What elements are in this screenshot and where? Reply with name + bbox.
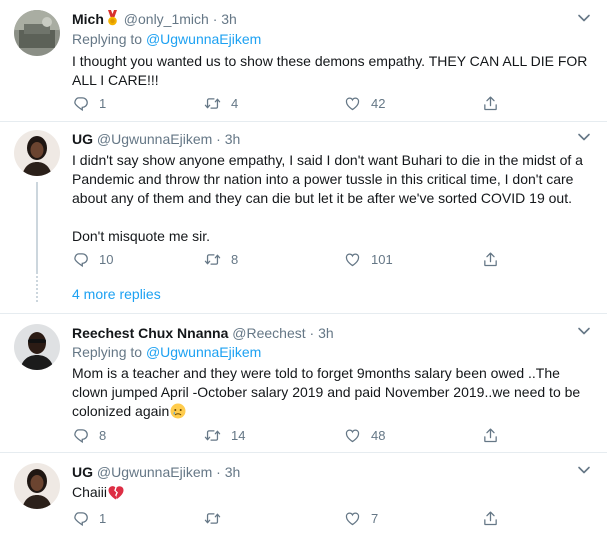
tweet-text: I thought you wanted us to show these de… [72, 52, 592, 90]
thread-dots [36, 276, 38, 302]
tweet-text-paragraph: I didn't say show anyone empathy, I said… [72, 152, 583, 206]
reply-count: 8 [99, 427, 107, 443]
author-handle[interactable]: @Reechest [232, 325, 305, 341]
medal-icon [107, 10, 118, 30]
reply-count: 10 [99, 251, 114, 267]
reply-icon [72, 427, 89, 444]
replying-to: Replying to @UgwunnaEjikem [72, 343, 261, 361]
tweet-actions: 8 14 48 [72, 426, 492, 444]
retweet-button[interactable]: 4 [204, 94, 238, 112]
like-count: 48 [371, 427, 386, 443]
share-button[interactable] [482, 426, 499, 444]
reply-button[interactable]: 1 [72, 94, 106, 112]
tweet-time[interactable]: 3h [318, 325, 334, 341]
caret-down-icon[interactable] [577, 132, 591, 142]
tweet-time[interactable]: 3h [221, 11, 237, 27]
avatar[interactable] [14, 130, 60, 176]
retweet-button[interactable] [204, 509, 231, 527]
reply-icon [72, 251, 89, 268]
retweet-icon [204, 427, 221, 444]
more-replies-link[interactable]: 4 more replies [72, 286, 161, 302]
caret-down-icon[interactable] [577, 326, 591, 336]
share-icon [482, 95, 499, 112]
share-icon [482, 510, 499, 527]
separator-dot: · [212, 11, 218, 27]
replying-prefix: Replying to [72, 344, 143, 360]
separator-dot: · [309, 325, 315, 341]
author-name[interactable]: Mich [72, 11, 104, 27]
like-button[interactable]: 101 [344, 250, 393, 268]
caret-down-icon[interactable] [577, 465, 591, 475]
author-handle[interactable]: @UgwunnaEjikem [97, 131, 212, 147]
retweet-count: 14 [231, 427, 246, 443]
like-icon [344, 251, 361, 268]
replying-to-link[interactable]: @UgwunnaEjikem [146, 31, 261, 47]
reply-button[interactable]: 8 [72, 426, 106, 444]
tweet-mich[interactable]: Mich @only_1mich · 3h Replying to @Ugwun… [0, 0, 607, 118]
replying-prefix: Replying to [72, 31, 143, 47]
reply-button[interactable]: 10 [72, 250, 113, 268]
author-handle[interactable]: @only_1mich [124, 11, 209, 27]
like-count: 42 [371, 95, 386, 111]
tweet-time[interactable]: 3h [225, 131, 241, 147]
like-icon [344, 95, 361, 112]
tweet-text: Mom is a teacher and they were told to f… [72, 364, 592, 424]
tweet-text-paragraph: I thought you wanted us to show these de… [72, 53, 588, 88]
tweet-actions: 1 4 42 [72, 94, 492, 112]
replying-to-link[interactable]: @UgwunnaEjikem [146, 344, 261, 360]
tweet-time[interactable]: 3h [225, 464, 241, 480]
tweet-text: Chaiii [72, 483, 592, 505]
caret-down-icon[interactable] [577, 13, 591, 23]
replying-to: Replying to @UgwunnaEjikem [72, 30, 261, 48]
avatar[interactable] [14, 324, 60, 370]
reply-count: 1 [99, 510, 107, 526]
retweet-icon [204, 95, 221, 112]
reply-count: 1 [99, 95, 107, 111]
tweet-ug[interactable]: UG @UgwunnaEjikem · 3h I didn't say show… [0, 122, 607, 312]
share-button[interactable] [482, 250, 499, 268]
like-icon [344, 427, 361, 444]
share-button[interactable] [482, 94, 499, 112]
broken-heart-emoji [108, 485, 124, 505]
retweet-button[interactable]: 14 [204, 426, 245, 444]
retweet-count: 8 [231, 251, 239, 267]
avatar[interactable] [14, 10, 60, 56]
tweet-reechest[interactable]: Reechest Chux Nnanna @Reechest · 3h Repl… [0, 314, 607, 452]
avatar[interactable] [14, 463, 60, 509]
like-icon [344, 510, 361, 527]
thread-line [36, 182, 38, 274]
author-name[interactable]: Reechest Chux Nnanna [72, 325, 228, 341]
tweet-text-paragraph: Don't misquote me sir. [72, 228, 211, 244]
tweet-text: I didn't say show anyone empathy, I said… [72, 151, 592, 246]
tweet-ug-reply[interactable]: UG @UgwunnaEjikem · 3h Chaiii 1 7 [0, 453, 607, 542]
like-count: 101 [371, 251, 393, 267]
separator-dot: · [216, 464, 221, 480]
like-button[interactable]: 48 [344, 426, 385, 444]
reply-icon [72, 95, 89, 112]
reply-button[interactable]: 1 [72, 509, 106, 527]
author-name[interactable]: UG [72, 131, 93, 147]
tweet-text-paragraph: Mom is a teacher and they were told to f… [72, 364, 592, 424]
retweet-count: 4 [231, 95, 239, 111]
tweet-text-content: Chaiii [72, 484, 108, 500]
share-icon [482, 251, 499, 268]
author-handle[interactable]: @UgwunnaEjikem [97, 464, 212, 480]
retweet-icon [204, 251, 221, 268]
like-button[interactable]: 42 [344, 94, 385, 112]
tweet-actions: 1 7 [72, 509, 492, 527]
retweet-button[interactable]: 8 [204, 250, 238, 268]
like-button[interactable]: 7 [344, 509, 378, 527]
tweet-text-content: Mom is a teacher and they were told to f… [72, 365, 581, 419]
retweet-icon [204, 510, 221, 527]
reply-icon [72, 510, 89, 527]
author-name[interactable]: UG [72, 464, 93, 480]
separator-dot: · [216, 131, 221, 147]
crying-face-emoji [170, 403, 186, 424]
share-button[interactable] [482, 509, 499, 527]
tweet-text-paragraph: Chaiii [72, 483, 592, 505]
share-icon [482, 427, 499, 444]
like-count: 7 [371, 510, 379, 526]
tweet-actions: 10 8 101 [72, 250, 492, 268]
